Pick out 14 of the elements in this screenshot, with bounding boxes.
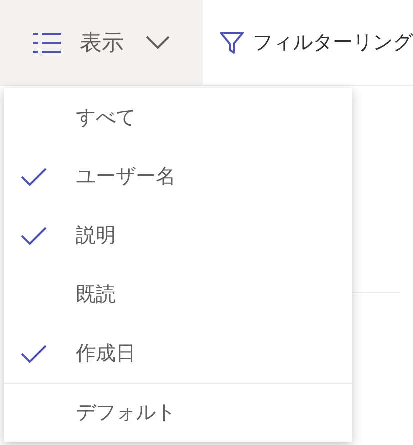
- chevron-down-icon: [146, 36, 170, 50]
- menu-item[interactable]: 作成日: [4, 324, 352, 383]
- filter-button[interactable]: フィルターリング: [203, 0, 413, 85]
- menu-item[interactable]: 説明: [4, 206, 352, 265]
- menu-item[interactable]: 既読: [4, 265, 352, 324]
- check-icon: [20, 342, 48, 364]
- list-icon: [32, 30, 62, 54]
- menu-item[interactable]: すべて: [4, 88, 352, 147]
- menu-item[interactable]: ユーザー名: [4, 147, 352, 206]
- menu-item[interactable]: デフォルト: [4, 384, 352, 442]
- check-icon: [20, 166, 48, 188]
- view-button[interactable]: 表示: [0, 0, 203, 85]
- check-icon: [20, 224, 48, 246]
- funnel-icon: [219, 30, 245, 56]
